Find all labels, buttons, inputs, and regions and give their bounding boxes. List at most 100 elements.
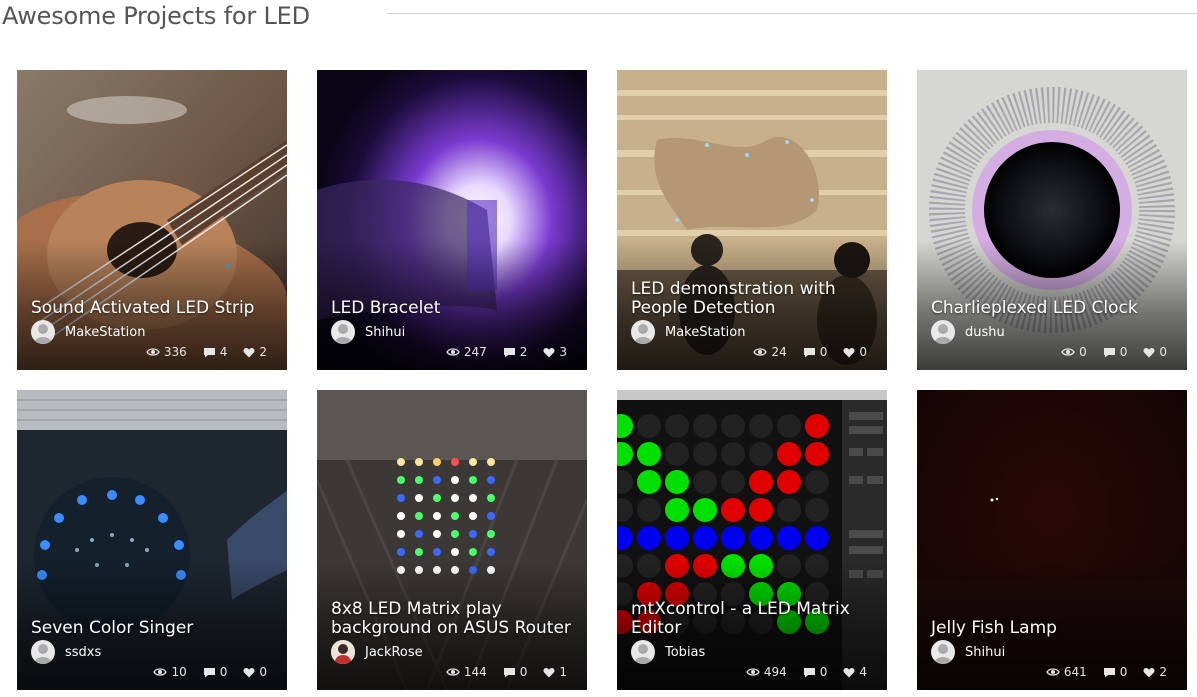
likes-count: 4 [859,665,867,679]
project-title[interactable]: 8x8 LED Matrix play background on ASUS R… [331,600,576,638]
likes-count: 0 [859,345,867,359]
author-name[interactable]: MakeStation [65,325,145,340]
likes-count: 3 [559,345,567,359]
views-count: 144 [463,665,487,679]
project-title[interactable]: mtXcontrol - a LED Matrix Editor [631,600,876,638]
project-card[interactable]: Jelly Fish Lamp Shihui 641 0 2 [917,390,1187,690]
default-avatar-icon [631,640,655,664]
comments-count: 2 [519,345,528,359]
project-title[interactable]: Seven Color Singer [31,619,276,638]
project-author[interactable]: Tobias [631,640,705,664]
heart-icon [243,667,255,677]
project-author[interactable]: dushu [931,320,1005,344]
eye-icon [753,348,768,356]
project-title[interactable]: Jelly Fish Lamp [931,619,1176,638]
project-card[interactable]: mtXcontrol - a LED Matrix Editor Tobias … [617,390,887,690]
author-name[interactable]: Tobias [665,645,705,660]
project-author[interactable]: MakeStation [31,320,145,344]
default-avatar-icon [31,640,55,664]
project-stats: 144 0 1 [430,664,567,680]
author-name[interactable]: dushu [965,325,1005,340]
likes-count: 2 [259,345,267,359]
views-count: 641 [1063,665,1087,679]
project-title[interactable]: Sound Activated LED Strip [31,299,276,318]
comments-stat: 2 [503,345,528,359]
heart-icon [1143,347,1155,357]
author-name[interactable]: Shihui [965,645,1005,660]
comments-stat: 0 [1103,665,1128,679]
project-author[interactable]: JackRose [331,640,423,664]
project-stats: 0 0 0 [1045,344,1167,360]
project-author[interactable]: Shihui [931,640,1005,664]
project-stats: 247 2 3 [430,344,567,360]
heart-icon [1143,667,1155,677]
heart-icon [543,347,555,357]
comments-stat: 4 [203,345,228,359]
project-card[interactable]: LED Bracelet Shihui 247 2 3 [317,70,587,370]
page-title: Awesome Projects for LED [2,2,310,30]
likes-stat: 0 [1143,345,1167,359]
heart-icon [243,347,255,357]
comment-icon [203,347,215,357]
comments-stat: 0 [803,345,827,359]
views-stat: 24 [753,345,787,359]
author-name[interactable]: ssdxs [65,645,101,660]
comments-stat: 0 [1103,345,1128,359]
likes-count: 2 [1159,665,1167,679]
project-card[interactable]: Seven Color Singer ssdxs 10 0 0 [17,390,287,690]
project-author[interactable]: Shihui [331,320,405,344]
likes-stat: 0 [843,345,867,359]
likes-count: 1 [559,665,567,679]
project-grid: Sound Activated LED Strip MakeStation 33… [17,70,1197,697]
default-avatar-icon [931,640,955,664]
project-stats: 336 4 2 [130,344,267,360]
eye-icon [1061,348,1075,356]
project-title[interactable]: LED demonstration with People Detection [631,280,876,318]
comment-icon [1103,347,1115,357]
comment-icon [803,347,815,357]
comments-count: 4 [219,345,228,359]
default-avatar-icon [931,320,955,344]
views-count: 10 [171,665,187,679]
heart-icon [543,667,555,677]
views-stat: 641 [1046,665,1087,679]
project-card[interactable]: 8x8 LED Matrix play background on ASUS R… [317,390,587,690]
project-card[interactable]: Sound Activated LED Strip MakeStation 33… [17,70,287,370]
eye-icon [1046,668,1060,676]
views-stat: 0 [1061,345,1087,359]
comments-count: 0 [1119,665,1128,679]
user-avatar [331,640,355,664]
project-card[interactable]: LED demonstration with People Detection … [617,70,887,370]
project-title[interactable]: LED Bracelet [331,299,576,318]
views-stat: 10 [153,665,187,679]
eye-icon [446,668,460,676]
comment-icon [203,667,215,677]
author-name[interactable]: Shihui [365,325,405,340]
default-avatar-icon [31,320,55,344]
comments-count: 0 [1119,345,1128,359]
comment-icon [503,667,515,677]
default-avatar-icon [331,320,355,344]
author-name[interactable]: MakeStation [665,325,745,340]
project-stats: 24 0 0 [737,344,867,360]
project-title[interactable]: Charlieplexed LED Clock [931,299,1176,318]
likes-stat: 4 [843,665,867,679]
views-count: 494 [763,665,787,679]
project-stats: 494 0 4 [730,664,867,680]
views-stat: 494 [746,665,787,679]
project-stats: 641 0 2 [1030,664,1167,680]
comments-stat: 0 [203,665,227,679]
comments-count: 0 [519,665,528,679]
author-name[interactable]: JackRose [365,645,423,660]
project-author[interactable]: MakeStation [631,320,745,344]
heart-icon [843,667,855,677]
project-card[interactable]: Charlieplexed LED Clock dushu 0 0 0 [917,70,1187,370]
comment-icon [803,667,815,677]
likes-stat: 1 [543,665,567,679]
comments-count: 0 [819,665,828,679]
views-count: 247 [463,345,487,359]
comments-stat: 0 [803,665,828,679]
views-count: 24 [771,345,787,359]
project-author[interactable]: ssdxs [31,640,101,664]
default-avatar-icon [631,320,655,344]
